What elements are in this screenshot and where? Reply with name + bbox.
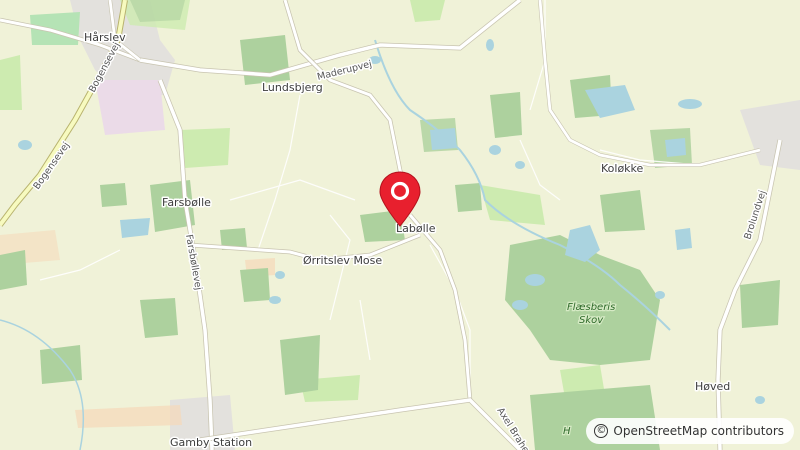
- map-pin-icon[interactable]: [377, 170, 423, 228]
- forest-label-flaesberis: Flæsberis: [567, 302, 615, 313]
- forest-label-partial: H: [563, 426, 571, 437]
- place-label-lundsbjerg: Lundsbjerg: [262, 81, 323, 94]
- map-attribution[interactable]: © OpenStreetMap contributors: [586, 418, 794, 444]
- place-label-farsbolle: Farsbølle: [162, 196, 211, 209]
- place-label-harslev: Hårslev: [84, 31, 126, 44]
- forest-label-skov: Skov: [579, 315, 604, 326]
- place-label-gamby-station: Gamby Station: [170, 436, 252, 449]
- place-label-kolokke: Koløkke: [601, 162, 644, 175]
- copyright-icon: ©: [594, 424, 609, 438]
- place-label-hoved: Høved: [695, 380, 730, 393]
- attribution-text[interactable]: OpenStreetMap contributors: [613, 424, 784, 438]
- place-label-orritslev-mose: Ørritslev Mose: [303, 254, 382, 267]
